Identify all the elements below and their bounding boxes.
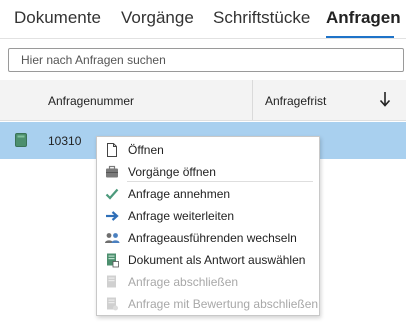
menu-item-open-processes[interactable]: Vorgänge öffnen [97, 161, 319, 183]
request-icon [15, 133, 27, 147]
tab-schriftstuecke[interactable]: Schriftstücke [213, 8, 310, 28]
menu-item-open[interactable]: Öffnen [97, 139, 319, 161]
document-reply-icon [107, 253, 119, 268]
menu-item-label: Vorgänge öffnen [128, 165, 216, 179]
menu-item-label: Dokument als Antwort auswählen [128, 253, 306, 267]
briefcase-icon [106, 165, 118, 178]
menu-item-accept-request[interactable]: Anfrage annehmen [97, 183, 319, 205]
menu-item-select-document-as-answer[interactable]: Dokument als Antwort auswählen [97, 249, 319, 271]
column-header-anfragefrist[interactable]: Anfragefrist [265, 94, 326, 108]
search-input[interactable] [9, 49, 403, 71]
menu-item-change-executor[interactable]: Anfrageausführenden wechseln [97, 227, 319, 249]
tab-vorgaenge[interactable]: Vorgänge [121, 8, 194, 28]
menu-item-label: Anfrage weiterleiten [128, 209, 235, 223]
tab-bar: Dokumente Vorgänge Schriftstücke Anfrage… [0, 0, 406, 38]
column-divider[interactable] [252, 80, 253, 120]
close-rated-icon [107, 297, 118, 311]
grid-header: Anfragenummer Anfragefrist [0, 80, 406, 121]
context-menu: Öffnen Vorgänge öffnen Anfrage annehmen … [96, 136, 320, 316]
menu-item-label: Öffnen [128, 143, 164, 157]
tab-divider [0, 38, 406, 39]
menu-item-label: Anfrage abschließen [128, 275, 239, 289]
sort-descending-icon[interactable] [378, 90, 392, 108]
arrow-right-icon [106, 211, 119, 221]
menu-item-close-request-with-rating: Anfrage mit Bewertung abschließen [97, 293, 319, 315]
column-header-anfragenummer[interactable]: Anfragenummer [48, 94, 134, 108]
document-icon [107, 143, 117, 157]
menu-separator [127, 181, 313, 182]
checkmark-icon [105, 188, 119, 200]
tab-dokumente[interactable]: Dokumente [14, 8, 101, 28]
menu-item-label: Anfrageausführenden wechseln [128, 231, 297, 245]
users-swap-icon [105, 233, 120, 243]
menu-item-label: Anfrage annehmen [128, 187, 231, 201]
request-number: 10310 [48, 134, 82, 148]
menu-item-label: Anfrage mit Bewertung abschließen [128, 297, 319, 311]
menu-item-close-request: Anfrage abschließen [97, 271, 319, 293]
close-request-icon [107, 275, 116, 288]
tab-anfragen[interactable]: Anfragen [326, 8, 401, 28]
search-box [8, 48, 404, 72]
menu-item-forward-request[interactable]: Anfrage weiterleiten [97, 205, 319, 227]
